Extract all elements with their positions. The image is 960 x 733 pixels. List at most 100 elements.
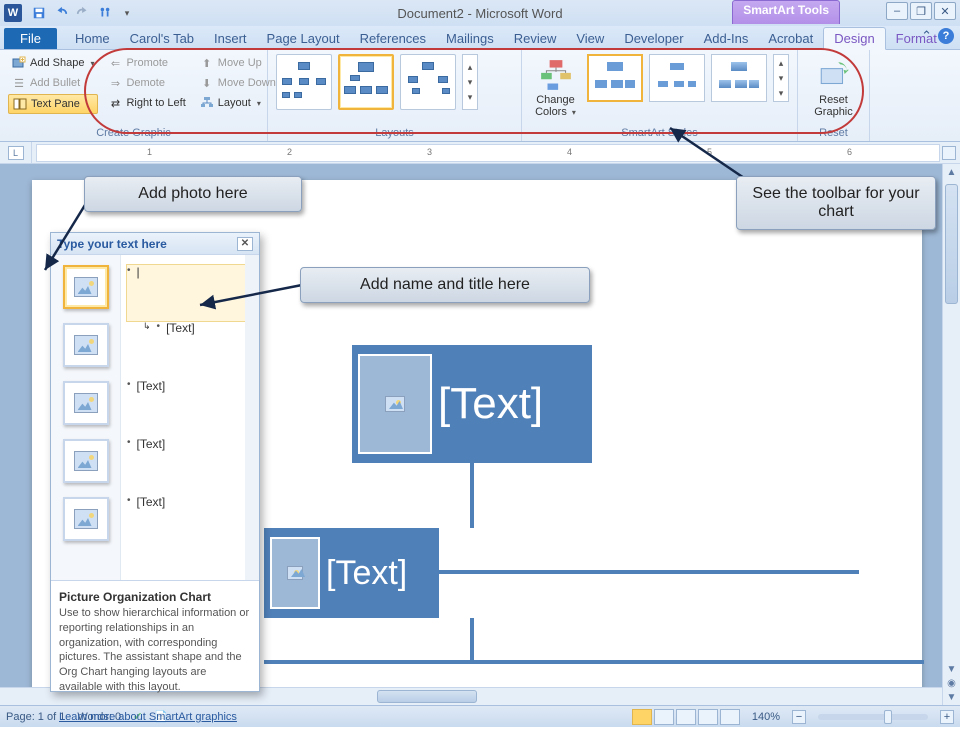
- promote-button[interactable]: ⇐Promote: [104, 54, 189, 72]
- file-tab[interactable]: File: [4, 28, 57, 49]
- layout-icon: [200, 96, 214, 110]
- ruler-toggle[interactable]: [942, 146, 956, 160]
- qat-save-icon[interactable]: [30, 4, 48, 22]
- vscroll-thumb[interactable]: [945, 184, 958, 304]
- view-web-layout[interactable]: [676, 709, 696, 725]
- zoom-percent[interactable]: 140%: [752, 711, 780, 723]
- reset-graphic-icon: [817, 58, 851, 92]
- demote-icon: ⇒: [108, 76, 122, 90]
- horizontal-ruler[interactable]: 1 2 3 4 5 6: [36, 144, 940, 162]
- qat-undo-icon[interactable]: [52, 4, 70, 22]
- tab-page-layout[interactable]: Page Layout: [257, 28, 350, 49]
- ribbon-tabs: File Home Carol's Tab Insert Page Layout…: [0, 26, 960, 50]
- qat-more-icon[interactable]: ▾: [118, 4, 136, 22]
- move-down-icon: ⬇: [200, 76, 214, 90]
- tab-mailings[interactable]: Mailings: [436, 28, 504, 49]
- text-pane-row-4[interactable]: •[Text]: [127, 437, 253, 495]
- layouts-gallery-more[interactable]: ▴▾▾: [462, 54, 478, 110]
- smartart-connector-horiz: [439, 570, 859, 574]
- group-label-layouts: Layouts: [276, 127, 513, 139]
- restore-button[interactable]: ❐: [910, 2, 932, 20]
- layouts-gallery: ▴▾▾: [276, 54, 478, 110]
- tab-acrobat[interactable]: Acrobat: [758, 28, 823, 49]
- tab-developer[interactable]: Developer: [614, 28, 693, 49]
- style-option-1-selected[interactable]: [587, 54, 643, 102]
- tab-view[interactable]: View: [566, 28, 614, 49]
- add-shape-button[interactable]: Add Shape▾: [8, 54, 98, 72]
- smartart-connector-vert: [470, 463, 474, 528]
- learn-more-link[interactable]: Learn more about SmartArt graphics: [59, 711, 237, 723]
- layout-option-3[interactable]: [400, 54, 456, 110]
- view-outline[interactable]: [698, 709, 718, 725]
- view-buttons: [632, 709, 740, 725]
- zoom-in-button[interactable]: +: [940, 710, 954, 724]
- smartart-node-1-picture[interactable]: [358, 354, 432, 454]
- text-pane-description: Picture Organization Chart Use to show h…: [51, 580, 259, 733]
- group-label-reset: Reset: [806, 127, 861, 139]
- close-button[interactable]: ✕: [934, 2, 956, 20]
- text-pane-row-2[interactable]: ↳•[Text]: [127, 321, 253, 379]
- ruler-area: L 1 2 3 4 5 6: [0, 142, 960, 164]
- view-full-screen[interactable]: [654, 709, 674, 725]
- text-pane-icon: [13, 97, 27, 111]
- zoom-slider[interactable]: [818, 714, 928, 720]
- group-reset: Reset Graphic Reset: [798, 50, 870, 141]
- arrow-to-photo: [30, 200, 90, 280]
- right-to-left-button[interactable]: ⇄Right to Left: [104, 94, 189, 112]
- text-pane-thumb-5[interactable]: [63, 497, 109, 541]
- smartart-node-1[interactable]: [Text]: [352, 345, 592, 463]
- minimize-button[interactable]: –: [886, 2, 908, 20]
- text-pane-row-5[interactable]: •[Text]: [127, 495, 253, 553]
- qat-redo-icon[interactable]: [74, 4, 92, 22]
- quick-access-toolbar: W ▾: [4, 4, 136, 22]
- layout-option-1[interactable]: [276, 54, 332, 110]
- style-option-3[interactable]: [711, 54, 767, 102]
- view-draft[interactable]: [720, 709, 740, 725]
- tab-insert[interactable]: Insert: [204, 28, 257, 49]
- reset-graphic-button[interactable]: Reset Graphic: [806, 54, 861, 126]
- callout-add-photo: Add photo here: [84, 176, 302, 212]
- minimize-ribbon-icon[interactable]: ⌃: [921, 28, 932, 44]
- ribbon: Add Shape▾ ☰Add Bullet Text Pane ⇐Promot…: [0, 50, 960, 142]
- window-controls: – ❐ ✕: [886, 2, 956, 20]
- text-pane-row-3[interactable]: •[Text]: [127, 379, 253, 437]
- tab-references[interactable]: References: [350, 28, 436, 49]
- smartart-node-2[interactable]: [Text]: [264, 528, 439, 618]
- help-icon[interactable]: ?: [938, 28, 954, 44]
- qat-icon[interactable]: [96, 4, 114, 22]
- change-colors-button[interactable]: Change Colors ▾: [530, 54, 581, 126]
- vertical-scrollbar[interactable]: ▲ ▼ ◉ ▼: [942, 164, 960, 705]
- tab-home[interactable]: Home: [65, 28, 120, 49]
- hscroll-thumb[interactable]: [377, 690, 477, 703]
- smartart-node-2-picture[interactable]: [270, 537, 320, 609]
- text-pane-desc-title: Picture Organization Chart: [59, 590, 211, 604]
- tab-design[interactable]: Design: [823, 27, 885, 50]
- layout-option-2-selected[interactable]: [338, 54, 394, 110]
- tab-review[interactable]: Review: [504, 28, 567, 49]
- zoom-out-button[interactable]: −: [792, 710, 806, 724]
- style-option-2[interactable]: [649, 54, 705, 102]
- move-up-icon: ⬆: [200, 56, 214, 70]
- ruler-corner[interactable]: L: [0, 142, 32, 163]
- text-pane-desc-body: Use to show hierarchical information or …: [59, 607, 249, 693]
- tab-add-ins[interactable]: Add-Ins: [694, 28, 759, 49]
- scroll-up-arrow[interactable]: ▲: [943, 164, 960, 180]
- tab-carols[interactable]: Carol's Tab: [120, 28, 204, 49]
- text-pane-close-button[interactable]: ✕: [237, 237, 253, 251]
- styles-gallery-more[interactable]: ▴▾▾: [773, 54, 789, 102]
- next-page-icon[interactable]: ▼: [943, 689, 960, 705]
- text-pane-thumb-2[interactable]: [63, 323, 109, 367]
- text-pane-toggle[interactable]: Text Pane: [8, 94, 98, 114]
- add-shape-icon: [12, 56, 26, 70]
- demote-button[interactable]: ⇒Demote: [104, 74, 189, 92]
- word-app-icon[interactable]: W: [4, 4, 22, 22]
- add-bullet-button[interactable]: ☰Add Bullet: [8, 74, 98, 92]
- smartart-node-1-text[interactable]: [Text]: [438, 379, 543, 429]
- text-pane-thumb-4[interactable]: [63, 439, 109, 483]
- arrow-to-name: [190, 275, 310, 315]
- smartart-node-2-text[interactable]: [Text]: [326, 554, 407, 593]
- text-pane-thumb-3[interactable]: [63, 381, 109, 425]
- text-pane-thumbnails: [51, 255, 121, 580]
- zoom-slider-thumb[interactable]: [884, 710, 892, 724]
- view-print-layout[interactable]: [632, 709, 652, 725]
